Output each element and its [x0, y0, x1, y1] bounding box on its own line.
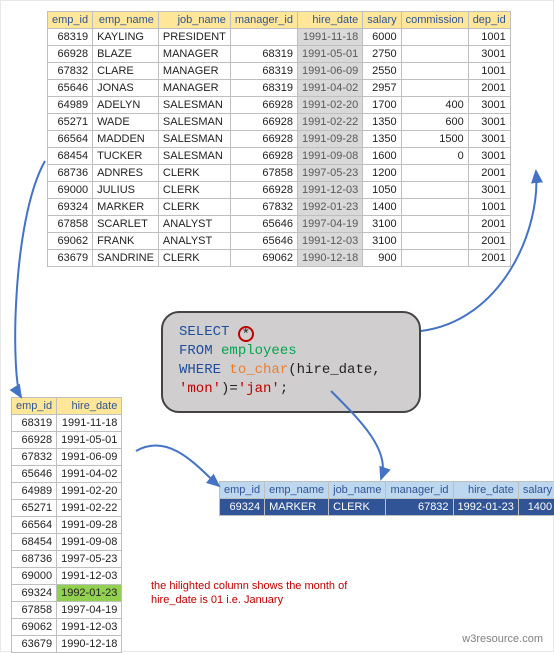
- table-row: 66564MADDENSALESMAN669281991-09-28135015…: [48, 131, 511, 148]
- table-row: 64989ADELYNSALESMAN669281991-02-20170040…: [48, 97, 511, 114]
- col-header: manager_id: [386, 482, 453, 499]
- col-header: manager_id: [230, 12, 297, 29]
- table-row: 678321991-06-09: [12, 449, 122, 466]
- table-row: 693241992-01-23: [12, 585, 122, 602]
- table-row: 63679SANDRINECLERK690621990-12-189002001: [48, 250, 511, 267]
- sql-table-name: employees: [221, 343, 297, 359]
- table-row: 69324MARKERCLERK678321992-01-231400: [220, 499, 554, 516]
- table-row: 636791990-12-18: [12, 636, 122, 653]
- table-row: 690001991-12-03: [12, 568, 122, 585]
- source-attribution: w3resource.com: [462, 633, 543, 645]
- table-row: 690621991-12-03: [12, 619, 122, 636]
- sql-from: FROM: [179, 343, 213, 359]
- col-header: job_name: [329, 482, 386, 499]
- col-header: hire_date: [297, 12, 362, 29]
- table-row: 684541991-09-08: [12, 534, 122, 551]
- sql-func: to_char: [229, 362, 288, 378]
- table-row: 683191991-11-18: [12, 415, 122, 432]
- table-row: 656461991-04-02: [12, 466, 122, 483]
- result-table: emp_idemp_namejob_namemanager_idhire_dat…: [219, 481, 554, 516]
- sql-star-circled: *: [238, 326, 254, 342]
- col-header: dep_id: [468, 12, 510, 29]
- table-row: 65646JONASMANAGER683191991-04-0229572001: [48, 80, 511, 97]
- col-header: job_name: [158, 12, 230, 29]
- table-row: 649891991-02-20: [12, 483, 122, 500]
- col-header: emp_name: [265, 482, 329, 499]
- table-row: 669281991-05-01: [12, 432, 122, 449]
- table-row: 68454TUCKERSALESMAN669281991-09-08160003…: [48, 148, 511, 165]
- col-header: emp_id: [220, 482, 265, 499]
- col-header: salary: [363, 12, 401, 29]
- table-row: 678581997-04-19: [12, 602, 122, 619]
- table-row: 68319KAYLINGPRESIDENT1991-11-1860001001: [48, 29, 511, 46]
- table-row: 69000JULIUSCLERK669281991-12-0310503001: [48, 182, 511, 199]
- col-header: commission: [401, 12, 468, 29]
- table-row: 687361997-05-23: [12, 551, 122, 568]
- col-header: emp_name: [93, 12, 159, 29]
- col-header: emp_id: [48, 12, 93, 29]
- sql-query-box: SELECT * FROM employees WHERE to_char(hi…: [161, 311, 421, 413]
- sql-select: SELECT: [179, 324, 229, 340]
- col-header: emp_id: [12, 398, 57, 415]
- col-header: hire_date: [453, 482, 518, 499]
- table-row: 67832CLAREMANAGER683191991-06-0925501001: [48, 63, 511, 80]
- table-row: 69324MARKERCLERK678321992-01-2314001001: [48, 199, 511, 216]
- col-header: salary: [518, 482, 554, 499]
- table-row: 66928BLAZEMANAGER683191991-05-0127503001: [48, 46, 511, 63]
- table-row: 65271WADESALESMAN669281991-02-2213506003…: [48, 114, 511, 131]
- table-row: 652711991-02-22: [12, 500, 122, 517]
- table-row: 67858SCARLETANALYST656461997-04-19310020…: [48, 216, 511, 233]
- diagram-canvas: emp_idemp_namejob_namemanager_idhire_dat…: [0, 0, 554, 652]
- highlight-note: the hilighted column shows the month of …: [151, 579, 351, 608]
- col-header: hire_date: [57, 398, 122, 415]
- sql-where: WHERE: [179, 362, 221, 378]
- table-row: 69062FRANKANALYST656461991-12-0331002001: [48, 233, 511, 250]
- table-row: 665641991-09-28: [12, 517, 122, 534]
- hire-date-table: emp_idhire_date683191991-11-18669281991-…: [11, 397, 122, 653]
- table-row: 68736ADNRESCLERK678581997-05-2312002001: [48, 165, 511, 182]
- employees-table: emp_idemp_namejob_namemanager_idhire_dat…: [47, 11, 511, 267]
